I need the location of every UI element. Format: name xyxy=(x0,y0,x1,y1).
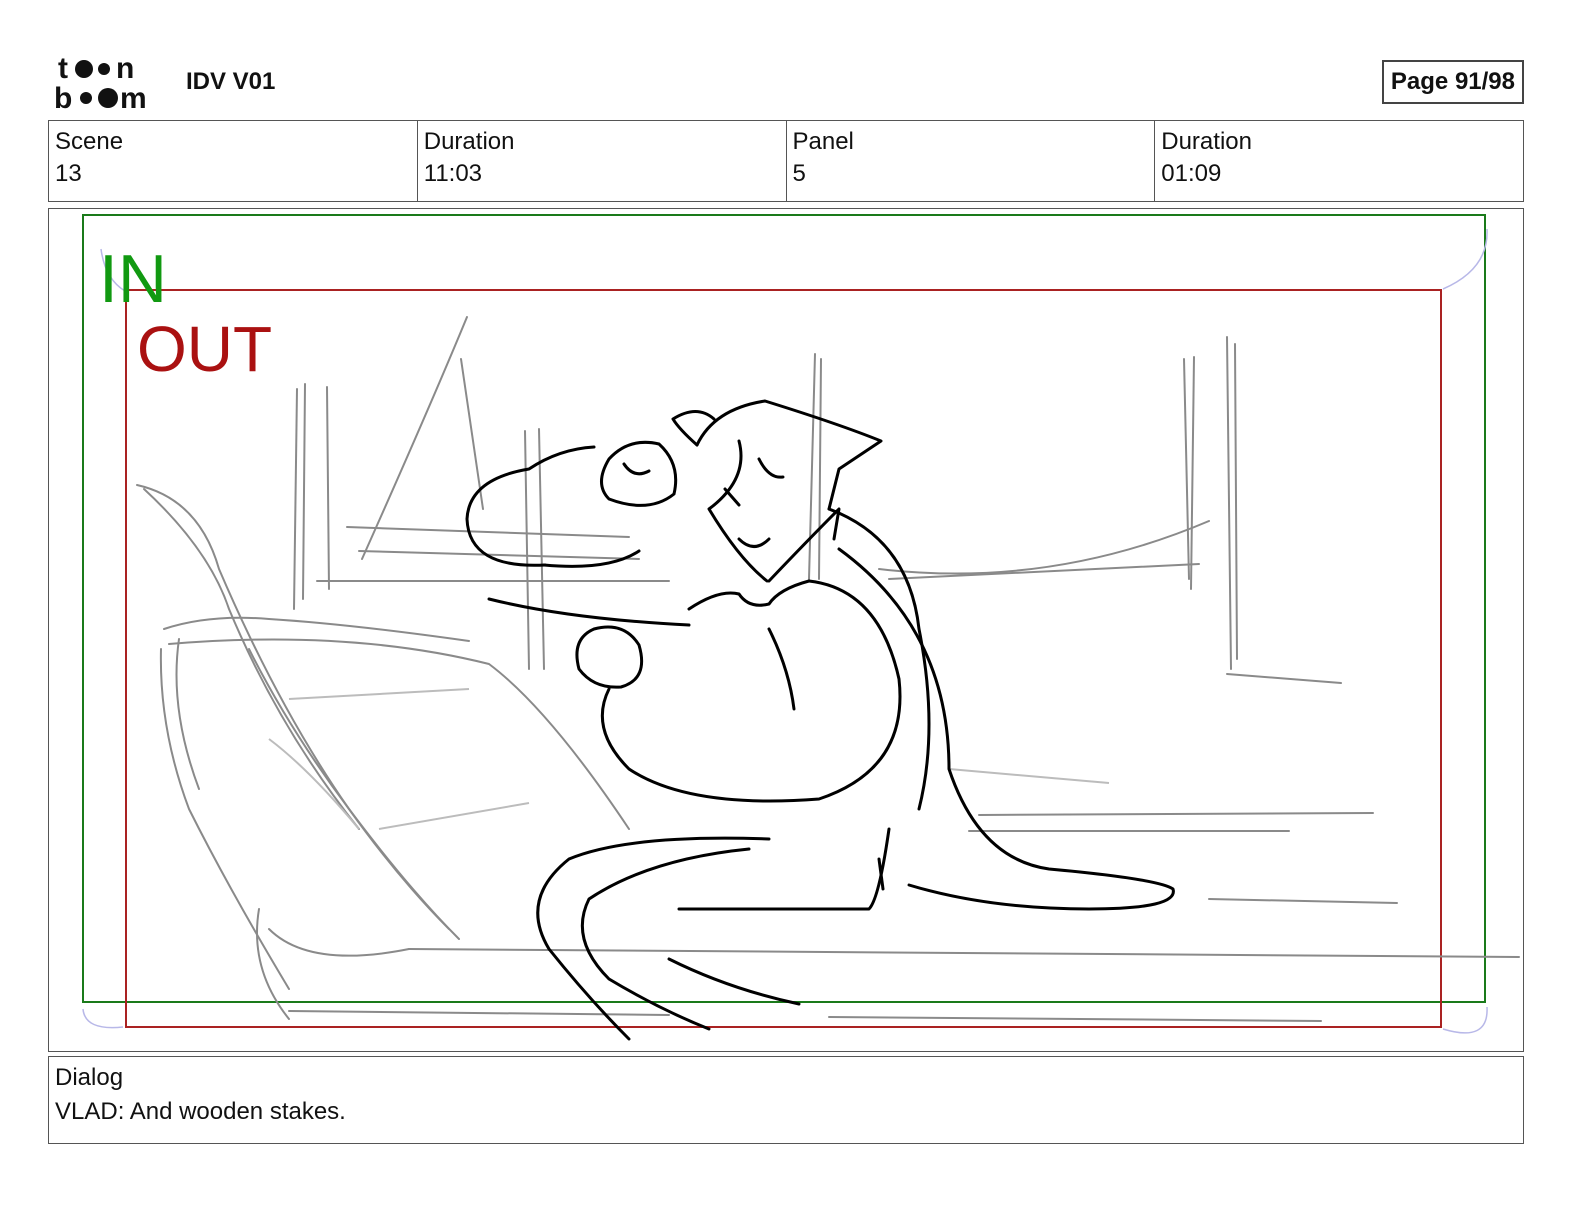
in-label: IN xyxy=(99,241,167,317)
panel-drawing: IN OUT xyxy=(82,214,1520,1041)
panel-value: 5 xyxy=(792,160,806,187)
panel-duration-label: Duration xyxy=(1161,128,1252,155)
scene-duration-cell: Duration 11:03 xyxy=(418,121,787,201)
svg-text:b: b xyxy=(54,82,72,110)
panel-label: Panel xyxy=(792,128,854,155)
scene-cell: Scene 13 xyxy=(49,121,418,201)
page-number-badge: Page 91/98 xyxy=(1381,60,1524,104)
couch-shading xyxy=(268,688,1110,830)
scene-label: Scene xyxy=(55,128,124,155)
camera-move-arrows xyxy=(82,228,1488,1034)
dialog-box: Dialog VLAD: And wooden stakes. xyxy=(48,1056,1524,1144)
scene-duration-label: Duration xyxy=(423,128,515,155)
camera-out-frame xyxy=(125,289,1442,1028)
svg-text:t: t xyxy=(58,54,68,85)
storyboard-panel: IN OUT xyxy=(48,208,1524,1052)
scene-duration-value: 11:03 xyxy=(423,160,483,187)
project-title: IDV V01 xyxy=(186,68,276,95)
out-label: OUT xyxy=(137,313,272,385)
svg-text:m: m xyxy=(120,82,147,110)
panel-duration-value: 01:09 xyxy=(1161,160,1222,187)
svg-text:n: n xyxy=(116,54,134,85)
dialog-text: VLAD: And wooden stakes. xyxy=(55,1098,346,1125)
scene-value: 13 xyxy=(55,160,82,187)
scene-info-table: Scene 13 Duration 11:03 Panel 5 Duration… xyxy=(48,120,1524,202)
page-header: t n b m IDV V01 Page 91/98 xyxy=(48,48,1524,116)
panel-duration-cell: Duration 01:09 xyxy=(1155,121,1523,201)
panel-cell: Panel 5 xyxy=(787,121,1156,201)
toon-boom-logo: t n b m xyxy=(54,54,147,110)
dialog-label: Dialog xyxy=(55,1064,124,1091)
